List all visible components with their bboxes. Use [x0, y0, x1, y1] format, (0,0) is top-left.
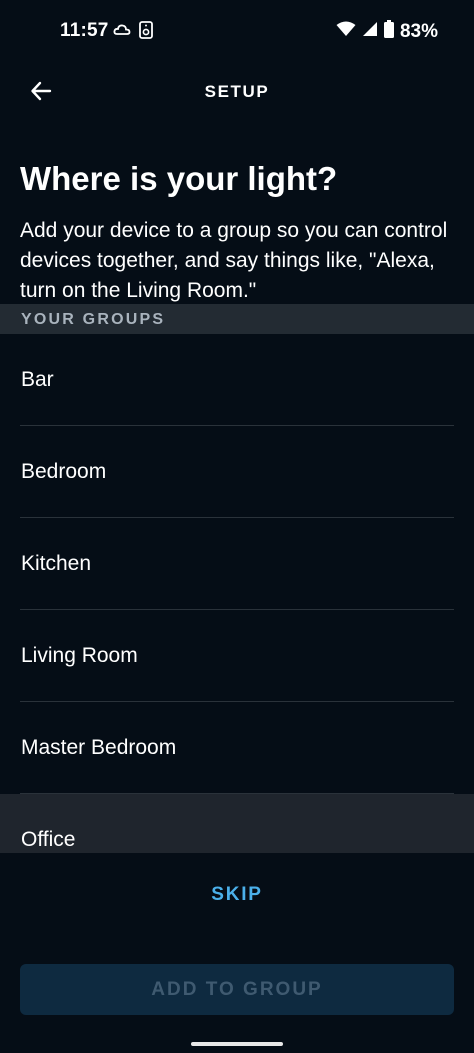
group-item-label: Bedroom [21, 460, 107, 483]
description: Add your device to a group so you can co… [20, 219, 448, 302]
group-item-label: Master Bedroom [21, 736, 177, 759]
group-item-office[interactable]: Office [0, 794, 474, 853]
group-item-label: Kitchen [21, 552, 92, 575]
status-time: 11:57 [60, 20, 109, 41]
group-item-master-bedroom[interactable]: Master Bedroom [0, 702, 474, 794]
status-icons-right: 83% [336, 20, 438, 44]
group-item-kitchen[interactable]: Kitchen [0, 518, 474, 610]
signal-icon [362, 21, 378, 43]
status-icons-left [113, 21, 153, 44]
group-item-bar[interactable]: Bar [0, 334, 474, 426]
group-item-label: Bar [21, 368, 54, 391]
group-item-bedroom[interactable]: Bedroom [0, 426, 474, 518]
speaker-icon [139, 21, 153, 44]
battery-percent: 83% [399, 21, 438, 42]
group-item-living-room[interactable]: Living Room [0, 610, 474, 702]
group-item-label: Office [21, 828, 76, 851]
cloud-icon [113, 21, 131, 44]
group-item-label: Living Room [21, 644, 138, 667]
battery-icon [383, 20, 394, 44]
page-title: SETUP [204, 82, 270, 101]
status-bar: 11:57 83% [0, 0, 474, 64]
home-indicator[interactable] [191, 1042, 283, 1046]
section-header-your-groups: YOUR GROUPS [0, 304, 474, 334]
skip-button[interactable]: SKIP [0, 884, 474, 906]
wifi-icon [336, 21, 356, 43]
group-list[interactable]: Bar Bedroom Kitchen Living Room Master B… [0, 334, 474, 853]
app-bar: SETUP [0, 64, 474, 120]
add-to-group-button[interactable]: ADD TO GROUP [20, 964, 454, 1015]
heading: Where is your light? [20, 160, 338, 197]
